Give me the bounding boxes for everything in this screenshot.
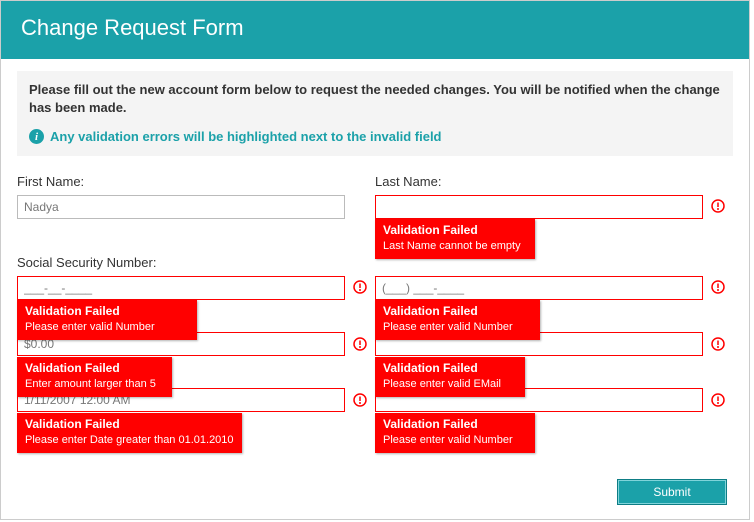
tooltip-head: Validation Failed xyxy=(383,223,527,239)
form: First Name: Last Name: Validation Failed… xyxy=(1,166,749,412)
error-icon xyxy=(353,337,367,351)
ssn-label: Social Security Number: xyxy=(17,255,345,270)
ssn-error-tooltip: Validation Failed Please enter valid Num… xyxy=(17,300,197,340)
tooltip-msg: Last Name cannot be empty xyxy=(383,239,527,253)
first-name-input[interactable] xyxy=(17,195,345,219)
tooltip-msg: Enter amount larger than 5 xyxy=(25,377,164,391)
date-error-tooltip: Validation Failed Please enter Date grea… xyxy=(17,413,242,453)
tooltip-msg: Please enter valid Number xyxy=(383,320,532,334)
tooltip-head: Validation Failed xyxy=(383,361,517,377)
idnum-error-tooltip: Validation Failed Please enter valid Num… xyxy=(375,413,535,453)
error-icon xyxy=(353,280,367,294)
phone-error-tooltip: Validation Failed Please enter valid Num… xyxy=(375,300,540,340)
amount-error-tooltip: Validation Failed Enter amount larger th… xyxy=(17,357,172,397)
tooltip-head: Validation Failed xyxy=(25,304,189,320)
last-name-error-tooltip: Validation Failed Last Name cannot be em… xyxy=(375,219,535,259)
error-icon xyxy=(711,393,725,407)
tooltip-msg: Please enter valid EMail xyxy=(383,377,517,391)
tooltip-msg: Please enter valid Number xyxy=(383,433,527,447)
validation-hint-text: Any validation errors will be highlighte… xyxy=(50,129,442,144)
instructions-panel: Please fill out the new account form bel… xyxy=(17,71,733,156)
phone-input[interactable] xyxy=(375,276,703,300)
last-name-input[interactable] xyxy=(375,195,703,219)
tooltip-head: Validation Failed xyxy=(383,304,532,320)
error-icon xyxy=(711,337,725,351)
email-error-tooltip: Validation Failed Please enter valid EMa… xyxy=(375,357,525,397)
page-title: Change Request Form xyxy=(1,1,749,59)
tooltip-head: Validation Failed xyxy=(25,417,234,433)
instructions-text: Please fill out the new account form bel… xyxy=(29,81,721,117)
first-name-label: First Name: xyxy=(17,174,345,189)
tooltip-head: Validation Failed xyxy=(25,361,164,377)
validation-hint: i Any validation errors will be highligh… xyxy=(29,129,721,144)
submit-button[interactable]: Submit xyxy=(617,479,727,505)
error-icon xyxy=(711,280,725,294)
tooltip-head: Validation Failed xyxy=(383,417,527,433)
window: Change Request Form Please fill out the … xyxy=(0,0,750,520)
ssn-input[interactable] xyxy=(17,276,345,300)
tooltip-msg: Please enter Date greater than 01.01.201… xyxy=(25,433,234,447)
last-name-label: Last Name: xyxy=(375,174,703,189)
tooltip-msg: Please enter valid Number xyxy=(25,320,189,334)
info-icon: i xyxy=(29,129,44,144)
error-icon xyxy=(353,393,367,407)
error-icon xyxy=(711,199,725,213)
